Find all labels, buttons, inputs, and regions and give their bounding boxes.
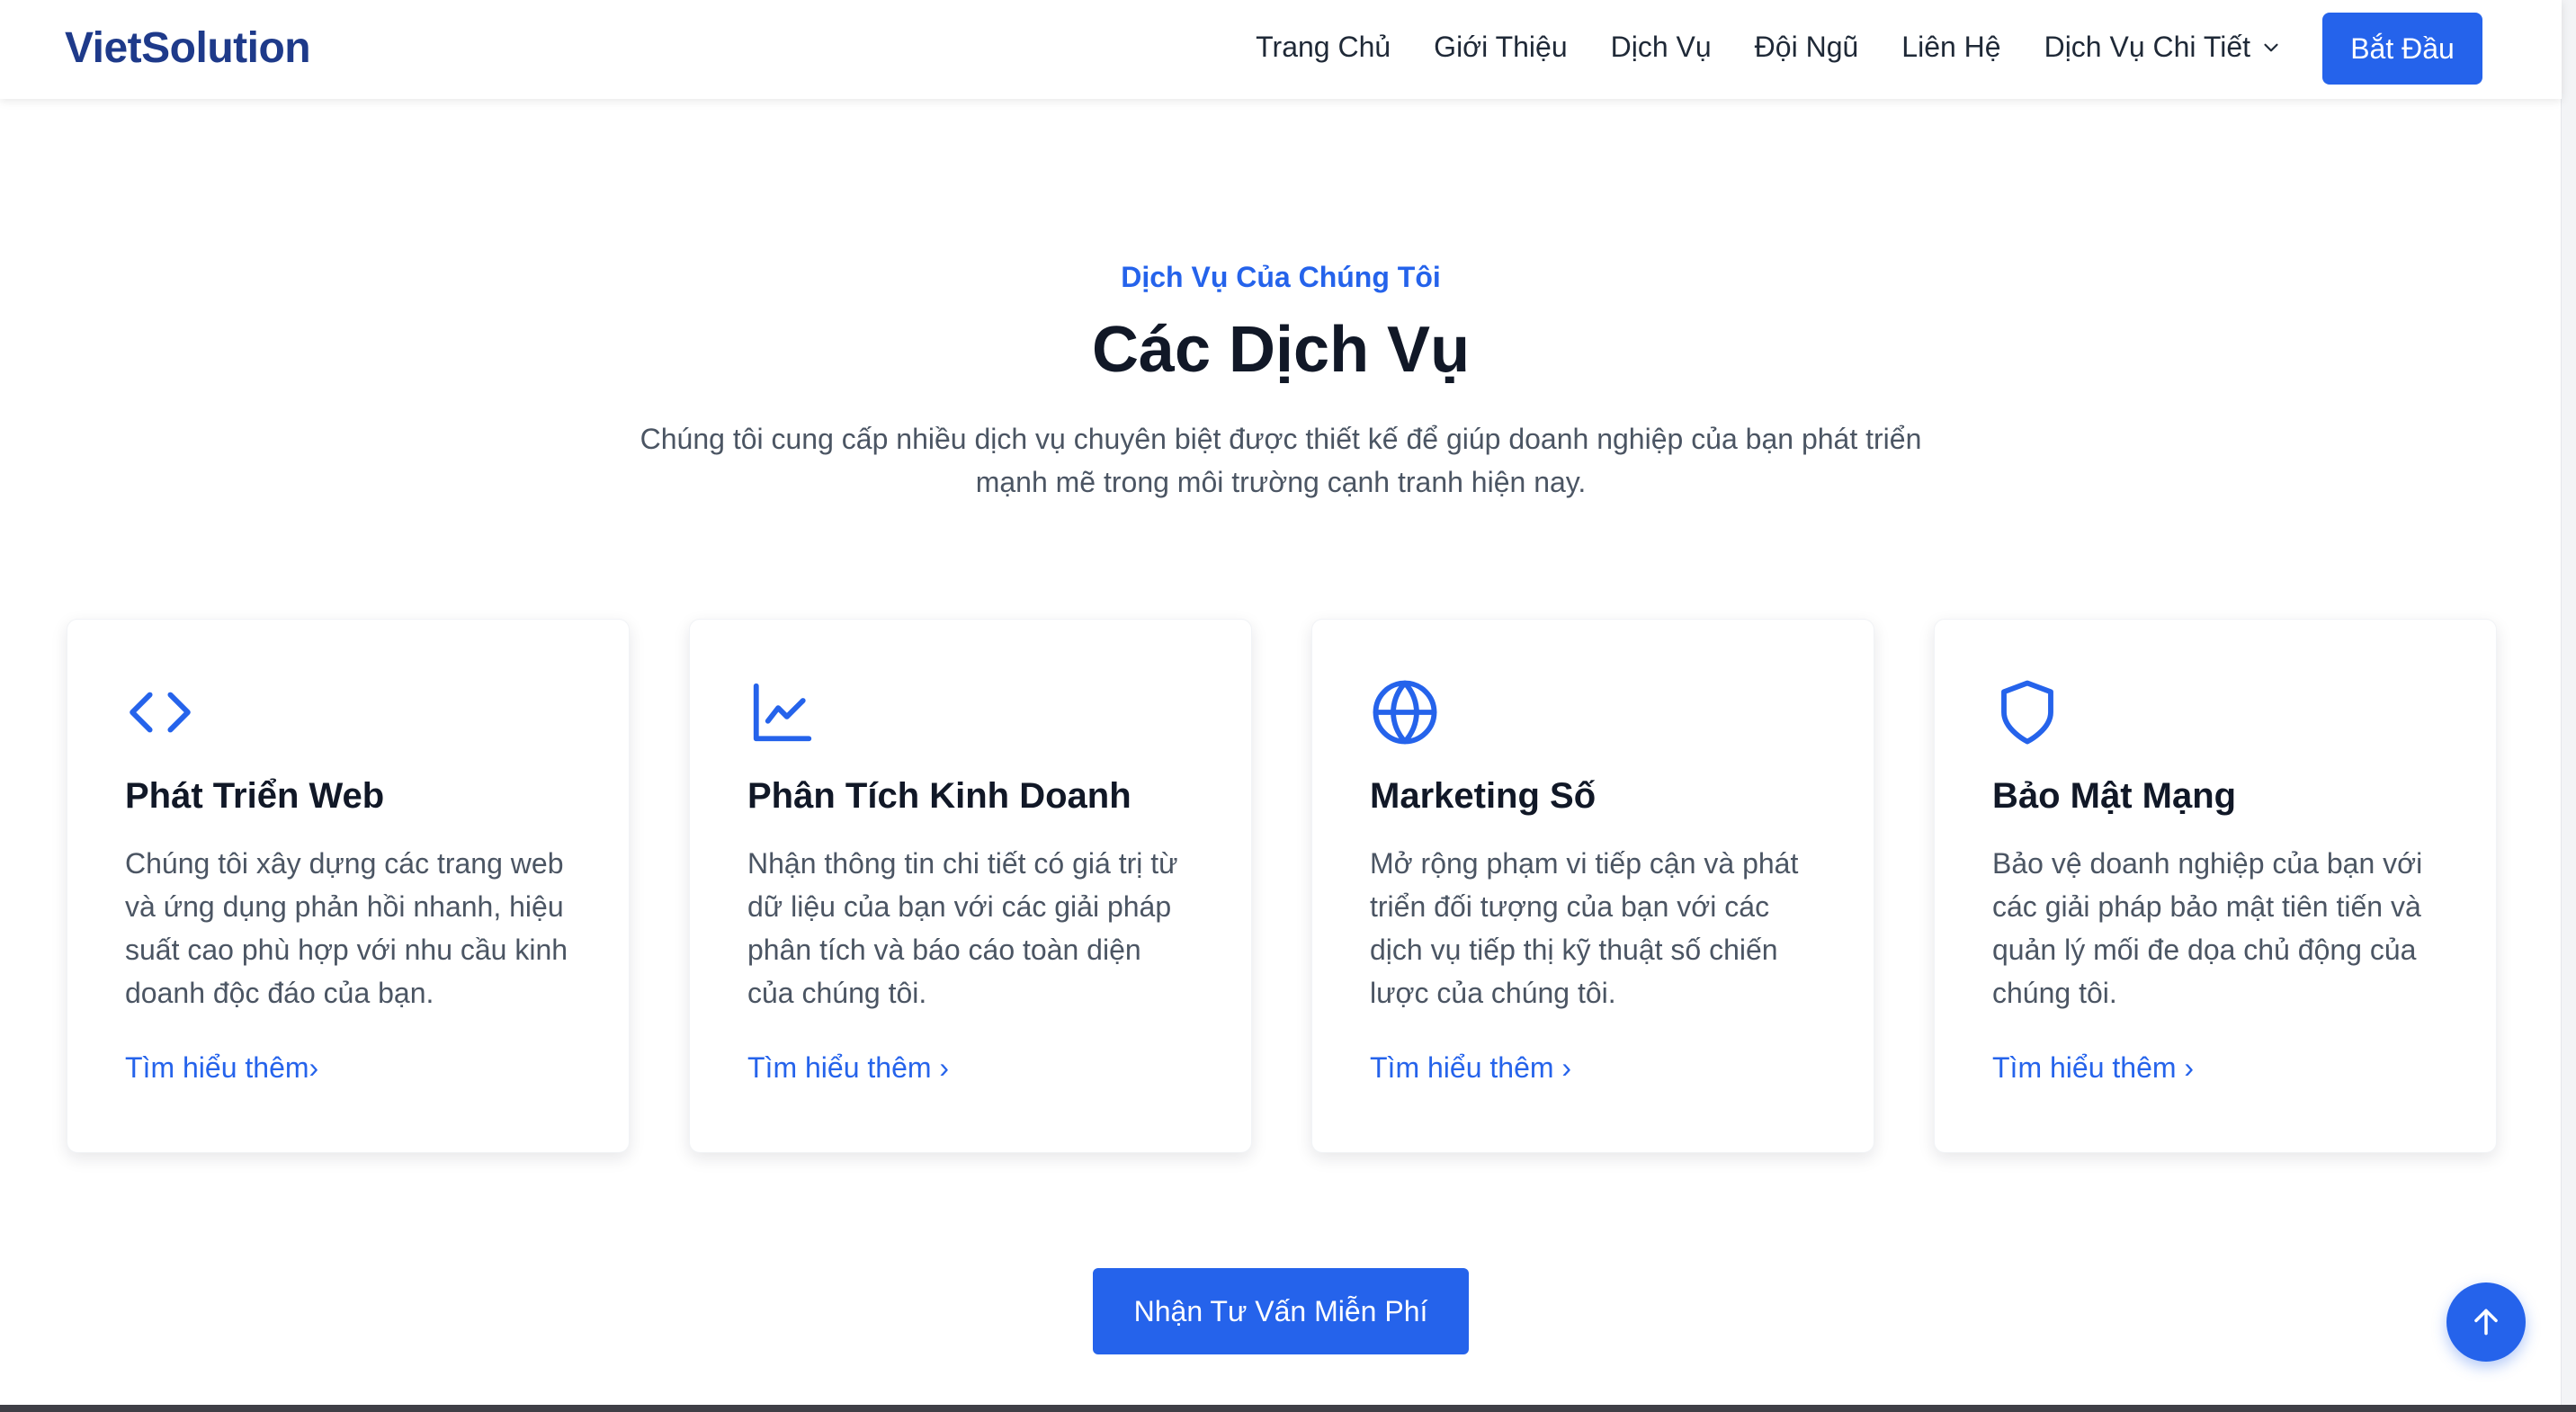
- card-title: Bảo Mật Mạng: [1992, 776, 2237, 816]
- nav-links: Trang Chủ Giới Thiệu Dịch Vụ Đội Ngũ Liê…: [1256, 31, 2283, 64]
- nav-dropdown-dich-vu-chi-tiet[interactable]: Dịch Vụ Chi Tiết: [2044, 31, 2283, 64]
- free-consultation-button[interactable]: Nhận Tư Vấn Miễn Phí: [1093, 1268, 1469, 1354]
- service-card-marketing: Marketing Số Mở rộng phạm vi tiếp cận và…: [1311, 619, 1874, 1153]
- card-text: Chúng tôi xây dựng các trang web và ứng …: [125, 847, 568, 1009]
- service-cards: Phát Triển Web Chúng tôi xây dựng các tr…: [67, 619, 2497, 1153]
- arrow-up-icon: [2474, 1309, 2498, 1336]
- nav-link-doi-ngu[interactable]: Đội Ngũ: [1755, 31, 1859, 64]
- card-text: Nhận thông tin chi tiết có giá trị từ dữ…: [747, 847, 1178, 1009]
- section-eyebrow: Dịch Vụ Của Chúng Tôi: [1121, 261, 1441, 293]
- nav-link-dich-vu[interactable]: Dịch Vụ: [1611, 31, 1712, 64]
- learn-more-link[interactable]: Tìm hiểu thêm›: [125, 1051, 318, 1085]
- nav-link-gioi-thieu[interactable]: Giới Thiệu: [1434, 31, 1567, 64]
- brand-logo[interactable]: VietSolution: [65, 23, 311, 73]
- card-text: Bảo vệ doanh nghiệp của bạn với các giải…: [1992, 847, 2423, 1009]
- card-title: Phát Triển Web: [125, 776, 385, 816]
- learn-more-link[interactable]: Tìm hiểu thêm ›: [1370, 1051, 1571, 1085]
- bottom-divider: [0, 1405, 2576, 1412]
- card-text: Mở rộng phạm vi tiếp cận và phát triển đ…: [1370, 847, 1799, 1009]
- learn-more-link[interactable]: Tìm hiểu thêm ›: [1992, 1051, 2194, 1085]
- shield-icon: [2001, 680, 2053, 745]
- navbar: VietSolution Trang Chủ Giới Thiệu Dịch V…: [0, 0, 2562, 99]
- section-title: Các Dịch Vụ: [1091, 314, 1471, 386]
- page: VietSolution Trang Chủ Giới Thiệu Dịch V…: [0, 0, 2576, 1412]
- card-title: Marketing Số: [1370, 776, 1597, 816]
- chevron-down-icon: [2264, 43, 2278, 51]
- code-icon: [130, 692, 191, 733]
- nav-dropdown-label: Dịch Vụ Chi Tiết: [2044, 31, 2250, 63]
- service-card-security: Bảo Mật Mạng Bảo vệ doanh nghiệp của bạn…: [1934, 619, 2497, 1153]
- start-button[interactable]: Bắt Đầu: [2322, 13, 2482, 85]
- chart-line-icon: [753, 683, 812, 742]
- section-description: Chúng tôi cung cấp nhiều dịch vụ chuyên …: [640, 423, 1922, 498]
- learn-more-link[interactable]: Tìm hiểu thêm ›: [747, 1051, 949, 1085]
- service-card-web: Phát Triển Web Chúng tôi xây dựng các tr…: [67, 619, 630, 1153]
- nav-link-lien-he[interactable]: Liên Hệ: [1901, 31, 2000, 64]
- service-card-analytics: Phân Tích Kinh Doanh Nhận thông tin chi …: [689, 619, 1252, 1153]
- globe-icon: [1373, 680, 1437, 745]
- back-to-top-button[interactable]: [2446, 1282, 2526, 1362]
- scrollbar[interactable]: [2561, 0, 2576, 1412]
- card-title: Phân Tích Kinh Doanh: [747, 776, 1131, 816]
- nav-link-trang-chu[interactable]: Trang Chủ: [1256, 31, 1391, 64]
